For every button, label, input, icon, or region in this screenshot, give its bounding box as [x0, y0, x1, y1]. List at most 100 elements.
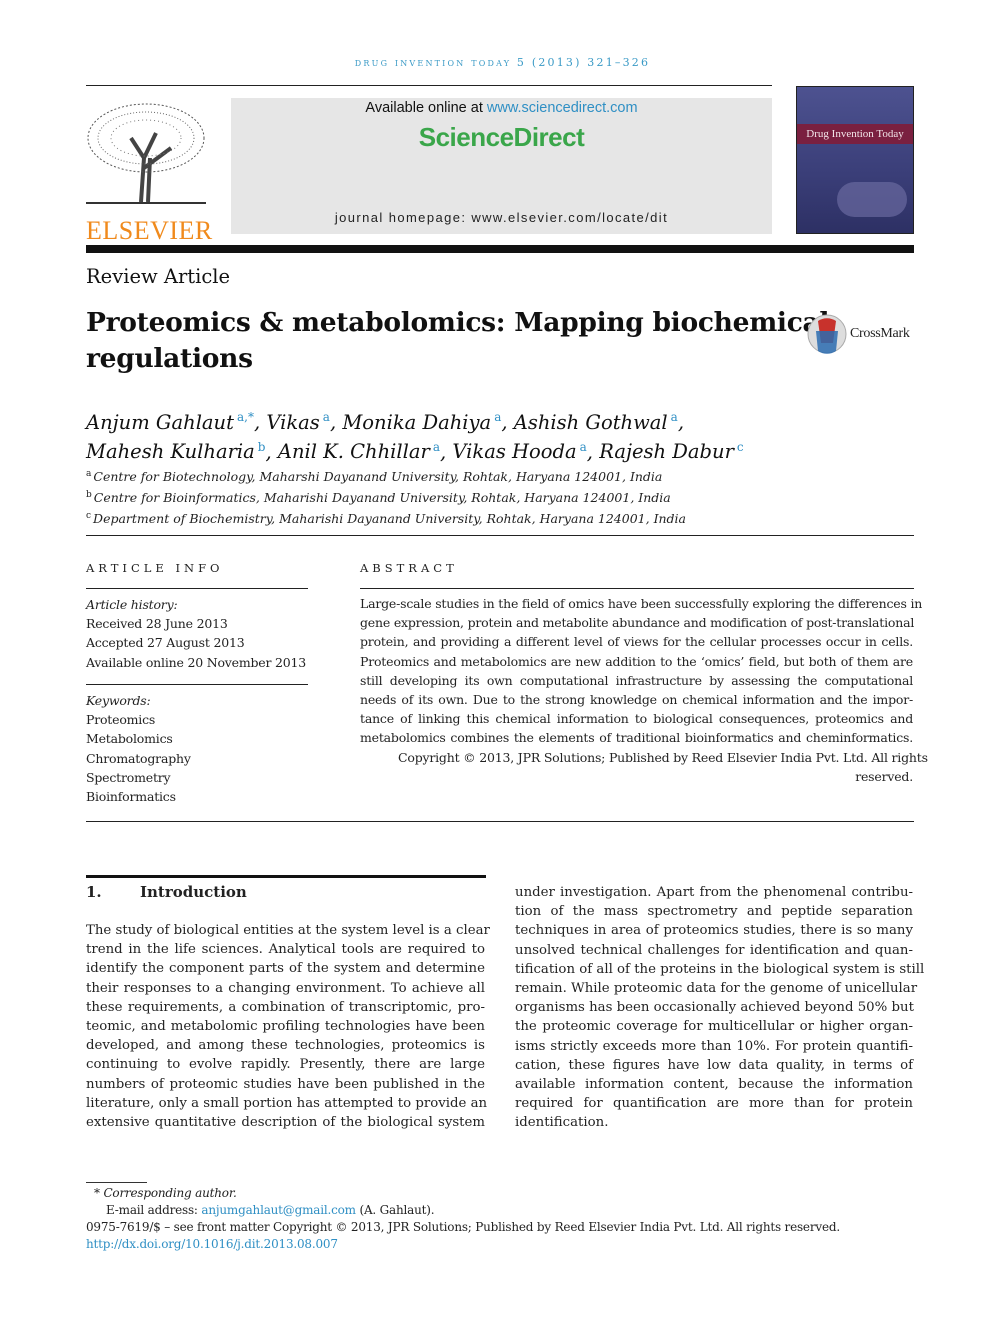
body-line: cation, these figures have low data qual…: [515, 1057, 913, 1073]
body-line: isms strictly exceeds more than 10%. For…: [515, 1038, 913, 1054]
author[interactable]: Anjum Gahlaut a,*: [86, 410, 254, 434]
history-label: Article history:: [86, 597, 178, 612]
author-row: Mahesh Kulharia b, Anil K. Chhillar a, Vik…: [86, 435, 744, 465]
sciencedirect-logo: ScienceDirect: [418, 122, 585, 152]
footnote-rule: [86, 1182, 147, 1183]
keyword: Chromatography: [86, 750, 191, 766]
abstract-line: reserved.: [855, 768, 913, 784]
affiliation-text: Centre for Bioinformatics, Maharishi Day…: [93, 490, 671, 506]
keyword: Proteomics: [86, 712, 156, 728]
body-line: remain. While proteomic data for the gen…: [515, 980, 918, 996]
separator: ,: [440, 440, 453, 463]
affiliation-mark: a: [86, 469, 92, 479]
abstract-line: needs of its own. Due to the strong know…: [360, 691, 913, 707]
separator: ,: [501, 410, 514, 434]
keyword: Bioinformatics: [86, 788, 176, 804]
body-line: numbers of proteomic studies have been p…: [86, 1076, 485, 1092]
body-line: developed, and among these technologies,…: [86, 1038, 485, 1054]
title-line: Proteomics & metabolomics: Mapping bioch…: [86, 307, 830, 338]
email-suffix: (A. Gahlaut).: [355, 1203, 435, 1217]
author[interactable]: Ashish Gothwal a: [514, 410, 678, 434]
body-line: identification.: [515, 1115, 609, 1131]
header-thick-rule: [86, 245, 914, 253]
keyword: Spectrometry: [86, 769, 171, 785]
affiliations: a Centre for Biotechnology, Maharshi Daya…: [86, 465, 686, 528]
body-line: unsolved technical challenges for identi…: [515, 942, 913, 958]
body-line: literature, only a small portion has att…: [86, 1095, 488, 1111]
keywords: Keywords: Proteomics Metabolomics Chroma…: [86, 691, 191, 806]
keyword: Metabolomics: [86, 731, 173, 747]
cover-title: Drug Invention Today: [797, 124, 913, 144]
crossmark-icon: [807, 314, 847, 354]
body-line: these requirements, a combination of tra…: [86, 999, 485, 1015]
affiliation: c Department of Biochemistry, Maharishi D…: [86, 507, 686, 528]
author-affiliation-mark: a: [670, 410, 678, 424]
author-affiliation-mark: a: [322, 410, 330, 424]
author-name: Vikas Hooda: [452, 440, 577, 463]
header-rule: [86, 85, 772, 86]
body-line: techniques in area of proteomics studies…: [515, 923, 913, 939]
author[interactable]: Rajesh Dabur c: [599, 439, 744, 464]
author-affiliation-mark: c: [736, 439, 744, 454]
abstract-line: still developing its own computational i…: [360, 672, 913, 688]
author-name: Monika Dahiya: [342, 410, 492, 434]
author-affiliation-mark: a,*: [236, 410, 254, 424]
abstract-line: Large-scale studies in the field of omic…: [360, 596, 923, 611]
section-heading: 1. Introduction: [86, 883, 247, 901]
elsevier-logo: ELSEVIER: [86, 98, 212, 245]
abstract-text: Large-scale studies in the field of omic…: [360, 594, 928, 786]
received-date: Received 28 June 2013: [86, 616, 228, 632]
author[interactable]: Vikas Hooda a: [452, 439, 587, 464]
separator: ,: [265, 440, 278, 463]
author-name: Rajesh Dabur: [599, 440, 734, 463]
body-line: under investigation. Apart from the phen…: [515, 885, 913, 900]
abstract-line: protein, and providing a different level…: [360, 634, 913, 650]
body-line: trend in the life sciences. Analytical t…: [86, 942, 485, 958]
section-title: Introduction: [140, 883, 247, 901]
abstract-heading: ABSTRACT: [360, 561, 458, 575]
divider: [86, 684, 308, 685]
accepted-date: Accepted 27 August 2013: [86, 635, 245, 651]
body-line: the proteomic coverage for multicellular…: [515, 1019, 913, 1035]
affiliation-text: Department of Biochemistry, Maharishi Da…: [93, 511, 687, 527]
journal-banner: Available online at www.sciencedirect.co…: [231, 98, 772, 234]
author[interactable]: Mahesh Kulharia b: [86, 440, 265, 464]
divider: [86, 588, 308, 589]
section-number: 1.: [86, 883, 102, 901]
elsevier-tree-icon: [86, 103, 206, 204]
online-date: Available online 20 November 2013: [86, 654, 307, 670]
sciencedirect-link[interactable]: www.sciencedirect.com: [487, 100, 638, 116]
body-line: The study of biological entities at the …: [86, 923, 490, 938]
article-info-heading: ARTICLE INFO: [86, 561, 224, 575]
body-line: teomic, and metabolomic profiling techno…: [86, 1018, 485, 1034]
abstract-line: Proteomics and metabolomics are new addi…: [360, 653, 913, 669]
divider: [360, 588, 914, 589]
author-row: Anjum Gahlaut a,*, Vikas a, Monika Dahiya a…: [86, 405, 744, 435]
email-label: E-mail address:: [106, 1203, 202, 1217]
keywords-label: Keywords:: [86, 693, 151, 708]
available-online: Available online at www.sciencedirect.co…: [365, 100, 638, 116]
author-affiliation-mark: a: [579, 439, 587, 454]
body-line: identify the component parts of the syst…: [86, 961, 485, 977]
body-right-column: under investigation. Apart from the phen…: [515, 883, 924, 1132]
author-name: Mahesh Kulharia: [86, 440, 255, 463]
author[interactable]: Vikas a: [266, 410, 330, 434]
separator: ,: [329, 410, 343, 434]
title-line: regulations: [86, 343, 253, 374]
body-left-column: The study of biological entities at the …: [86, 921, 490, 1132]
separator: ,: [586, 440, 600, 463]
author[interactable]: Monika Dahiya a: [342, 410, 501, 434]
affiliation-mark: c: [86, 511, 92, 522]
email-link[interactable]: anjumgahlaut@gmail.com: [201, 1203, 356, 1217]
cover-image: [837, 182, 907, 217]
divider: [86, 535, 914, 536]
divider: [86, 821, 914, 822]
crossmark-button[interactable]: CrossMark: [806, 313, 910, 355]
body-line: available information content, because t…: [515, 1076, 913, 1092]
abstract-line: tance of linking this chemical informati…: [360, 711, 913, 727]
author[interactable]: Anil K. Chhillar a: [278, 440, 440, 464]
journal-homepage[interactable]: journal homepage: www.elsevier.com/locat…: [231, 210, 772, 225]
doi-link[interactable]: http://dx.doi.org/10.1016/j.dit.2013.08.…: [86, 1237, 338, 1251]
body-line: extensive quantitative description of th…: [86, 1114, 485, 1130]
footnotes: * Corresponding author. E-mail address: …: [86, 1185, 840, 1253]
